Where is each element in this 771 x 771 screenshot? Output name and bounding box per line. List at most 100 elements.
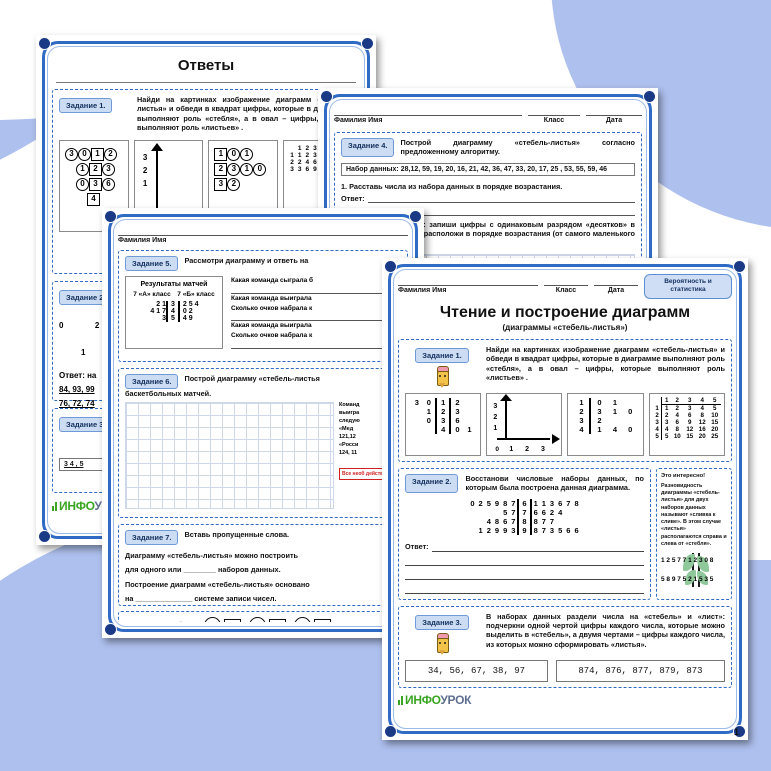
task-block-5[interactable]: Задание 5. Рассмотри диаграмму и ответь … xyxy=(118,250,408,362)
table-row: 401 xyxy=(411,424,475,434)
table-title: Результаты матчей xyxy=(140,281,208,288)
task-badge: Задание 3. xyxy=(415,614,469,630)
grid-answer-area[interactable] xyxy=(125,402,334,510)
column-header-right: 7 «Б» класс xyxy=(177,291,215,298)
table-row: 5 5 10 15 20 25 xyxy=(652,432,721,440)
table-row: 2 132 5 4 xyxy=(156,301,199,308)
self-assessment-option[interactable] xyxy=(203,617,241,622)
page-subtitle: (диаграммы «стебель-листья») xyxy=(502,322,628,332)
task-block-1[interactable]: Задание 1. Найди на картинках изображени… xyxy=(398,338,732,462)
task-instruction: Найди на картинках изображение диаграмм … xyxy=(486,344,725,382)
task-badge: Задание 5. xyxy=(125,256,179,271)
stem-leaf-chart: 025987 6 113678 57 7 6624 4867 8 877 1 2… xyxy=(468,498,580,535)
logo-bars-icon xyxy=(398,695,404,705)
name-label: Фамилия Имя xyxy=(398,287,447,294)
answer-input[interactable] xyxy=(405,556,644,566)
task-instruction: В наборах данных раздели числа на «стебе… xyxy=(486,611,725,649)
task-instruction: Восстанови числовые наборы данных, по ко… xyxy=(465,473,644,493)
answer-input[interactable] xyxy=(367,193,635,203)
table-row: 4 4 8 12 16 20 xyxy=(652,425,721,433)
logo-bars-icon xyxy=(52,501,58,511)
corner-dot-icon xyxy=(321,91,332,102)
y-tick: 1 xyxy=(493,424,498,432)
name-label: Фамилия Имя xyxy=(334,117,383,124)
smiley-happy-icon xyxy=(203,617,221,622)
y-tick: 3 xyxy=(493,402,498,410)
question: Какая команда сыграла б xyxy=(231,277,314,284)
mini-row: 5 8 9 7 5 2 1 5 3 5 xyxy=(661,576,714,584)
date-label: Дата xyxy=(607,287,625,294)
table-row: 2310 xyxy=(573,406,637,416)
x-ticks: 1 2 3 xyxy=(509,445,550,453)
corner-dot-icon xyxy=(385,726,396,737)
task-block-7[interactable]: Задание 7. Вставь пропущенные слова. Диа… xyxy=(118,524,408,606)
y-tick: 2 xyxy=(493,413,498,421)
worksheet-main[interactable]: Фамилия Имя Класс Дата Вероятность и ста… xyxy=(382,258,748,740)
number-set-1[interactable]: 34, 56, 67, 38, 97 xyxy=(405,659,548,682)
answer-input[interactable] xyxy=(431,542,644,552)
checkbox[interactable] xyxy=(268,618,286,622)
task-block-3[interactable]: Задание 3. В наборах данных раздели числ… xyxy=(398,605,732,688)
corner-dot-icon xyxy=(39,38,50,49)
fill-line-4: на ______________ системе записи чисел. xyxy=(125,593,277,603)
pencil-mascot-icon xyxy=(434,365,450,388)
corner-dot-icon xyxy=(39,531,50,542)
answer-input[interactable] xyxy=(423,206,635,216)
corner-dot-icon xyxy=(105,624,116,635)
task-block-2[interactable]: Задание 2. Восстанови числовые наборы да… xyxy=(398,467,651,600)
worksheet-task567[interactable]: Фамилия Имя Задание 5. Рассмотри диаграм… xyxy=(102,208,424,638)
table-row: 123 xyxy=(426,406,460,416)
topic-badge: Вероятность и статистика xyxy=(644,274,732,299)
task-badge: Задание 6. xyxy=(125,374,179,389)
corner-dot-icon xyxy=(734,261,745,272)
answer-input[interactable] xyxy=(405,570,644,580)
checkbox[interactable] xyxy=(313,618,331,622)
table-row: 025987 6 113678 xyxy=(470,498,579,508)
dataset-values: 28,12, 59, 19, 20, 16, 21, 42, 36, 47, 3… xyxy=(400,165,607,173)
number-set-2[interactable]: 874, 876, 877, 879, 873 xyxy=(555,659,725,682)
task-instruction-2: баскетбольных матчей. xyxy=(125,389,212,398)
diagram-stem-leaf-3: 101 2310 32 4140 xyxy=(567,392,644,456)
corner-dot-icon xyxy=(644,91,655,102)
question: Какая команда выиграла xyxy=(231,322,312,330)
task-badge: Задание 2. xyxy=(405,473,459,493)
smiley-neutral-icon xyxy=(248,617,266,622)
corner-dot-icon xyxy=(410,211,421,222)
self-assessment-option[interactable] xyxy=(293,617,331,622)
task-block-6[interactable]: Задание 6. Построй диаграмму «стебель-ли… xyxy=(118,368,408,518)
answer-input[interactable] xyxy=(405,584,644,594)
answer-label: Ответ: xyxy=(405,542,429,552)
table-row: 32 xyxy=(573,415,637,425)
table-row: 101 xyxy=(573,397,637,407)
axis-tick: 2 xyxy=(142,166,148,176)
table-row: 112345 xyxy=(652,404,721,412)
question: Сколько очков набрала к xyxy=(231,332,313,339)
corner-dot-icon xyxy=(362,38,373,49)
name-label: Фамилия Имя xyxy=(118,237,167,244)
fill-line-1: Диаграмму «стебель-листья» можно построи… xyxy=(125,551,299,560)
table-row: 2 2 4 6 8 10 xyxy=(652,411,721,419)
student-header: Фамилия Имя xyxy=(118,224,408,244)
fill-line-3: Построение диаграмм «стебель-листья» осн… xyxy=(125,579,310,589)
question: Сколько очков набрала к xyxy=(231,304,313,312)
table-header-row: 12 34 5 xyxy=(652,396,722,405)
task-badge: Задание 7. xyxy=(125,530,179,545)
self-assessment-block[interactable]: Оцени свою работу: Всё понятно Есть вопр… xyxy=(118,611,408,622)
sidebox-title: Это интересно! xyxy=(661,472,706,479)
self-assessment-option[interactable] xyxy=(248,617,286,622)
checkbox[interactable] xyxy=(223,618,241,622)
diagram-mult-table-4: 12 34 5 112345 2 2 4 6 8 10 3 3 6 9 12 15 4 4 8 12 16 2… xyxy=(648,392,726,456)
dataset-box: Набор данных: 28,12, 59, 19, 20, 16, 21,… xyxy=(341,162,635,176)
table-row: 4 1 740 2 xyxy=(150,308,193,315)
class-label: Класс xyxy=(555,287,577,294)
table-row: 354 9 xyxy=(162,315,193,322)
step-1: 1. Расставь числа из набора данных в пор… xyxy=(341,181,563,191)
sidebox-text: Разновидность диаграммы «стебель-листья»… xyxy=(661,482,727,548)
table-row: 3012 xyxy=(414,397,460,407)
student-header: Фамилия Имя Класс Дата xyxy=(398,274,638,294)
table-row: 3 3 6 9 12 15 xyxy=(652,418,721,426)
diagram-stem-leaf-1: 3012 123 036 401 xyxy=(405,392,482,456)
task-instruction: Построй диаграмму «стебель-листья» согла… xyxy=(400,138,635,157)
table-row: 4867 8 877 xyxy=(486,516,555,526)
info-sidebox: Это интересно! Разновидность диаграммы «… xyxy=(656,467,732,600)
